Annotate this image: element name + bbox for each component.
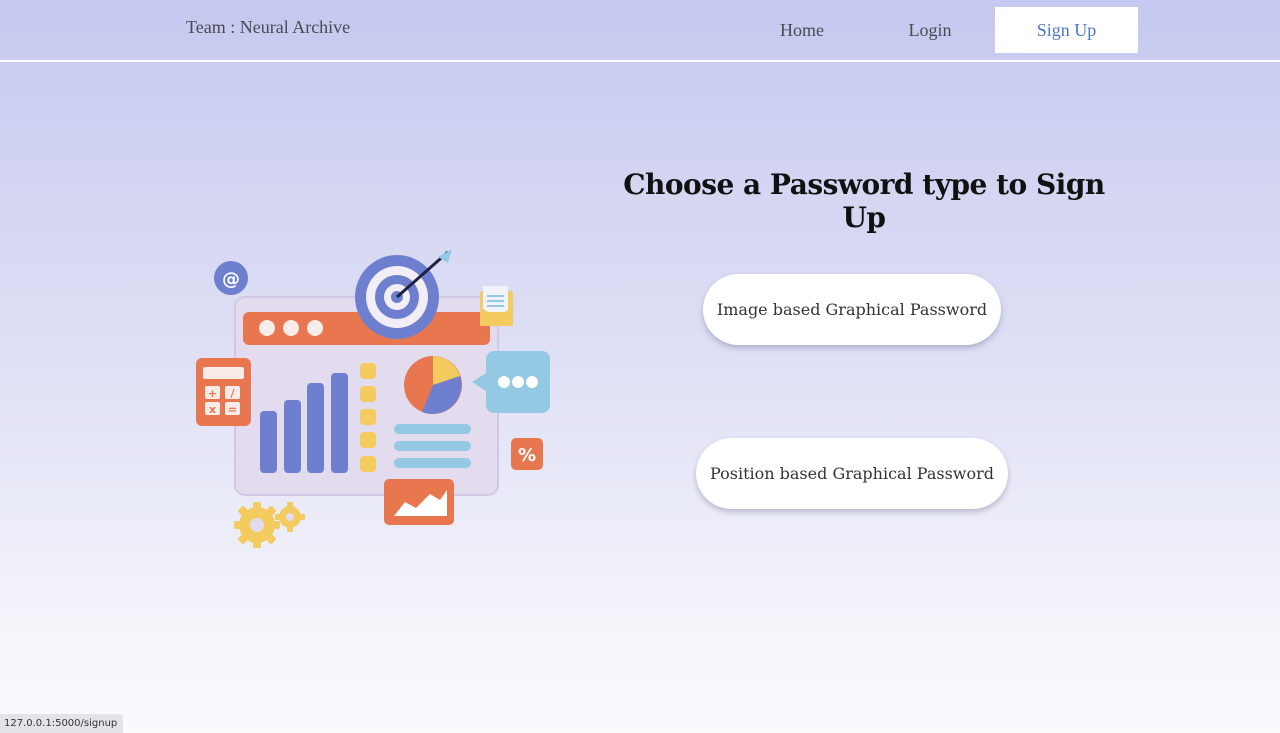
svg-text:+: + [208, 387, 217, 400]
analytics-dashboard-illustration: @ + / x = % [190, 245, 560, 555]
page-heading: Choose a Password type to Sign Up [623, 168, 1105, 234]
nav-signup-link[interactable]: Sign Up [995, 7, 1138, 53]
svg-text:%: % [518, 445, 536, 466]
brand-title: Team : Neural Archive [186, 17, 351, 37]
nav-home-link[interactable]: Home [762, 7, 842, 53]
svg-text:=: = [228, 403, 237, 416]
svg-text:x: x [209, 403, 216, 416]
status-bar-url: 127.0.0.1:5000/signup [0, 714, 124, 733]
navbar: Team : Neural Archive Home Login Sign Up [0, 0, 1280, 62]
nav-login-link[interactable]: Login [890, 7, 970, 53]
image-password-button[interactable]: Image based Graphical Password [703, 274, 1001, 345]
position-password-button[interactable]: Position based Graphical Password [696, 438, 1008, 509]
svg-text:@: @ [222, 269, 240, 290]
